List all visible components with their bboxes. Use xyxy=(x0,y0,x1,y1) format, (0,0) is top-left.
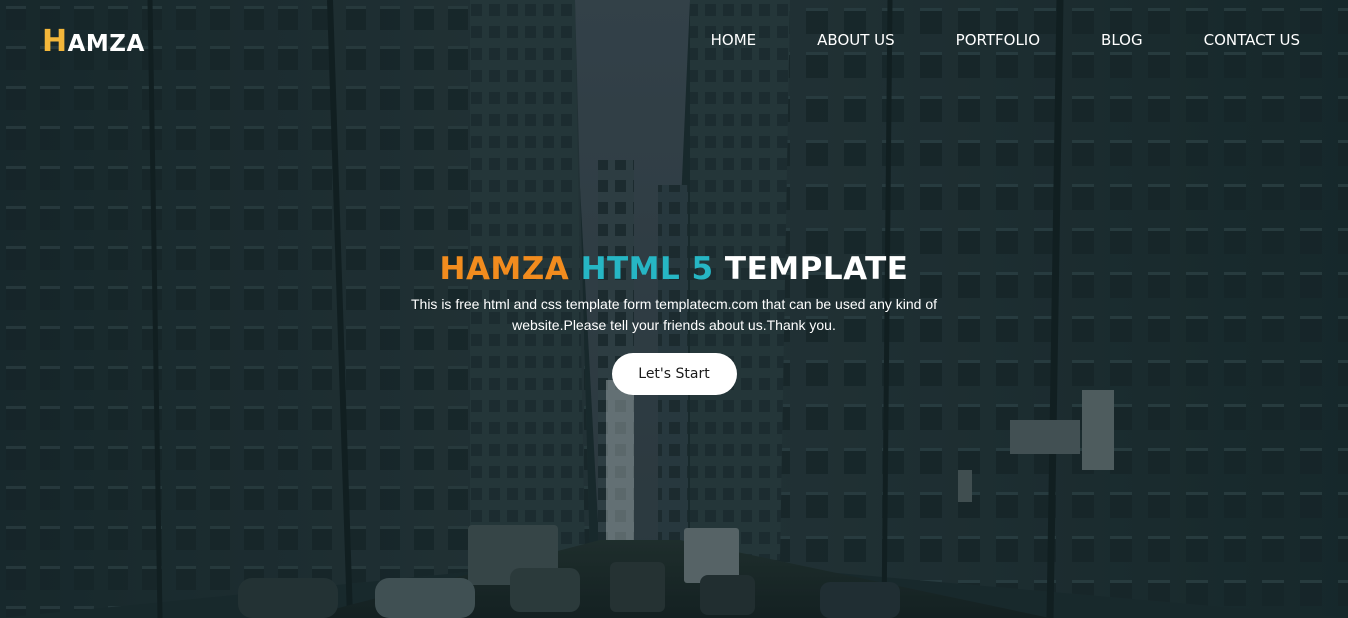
brand-logo-rest: AMZA xyxy=(67,31,145,57)
hero-tagline: This is free html and css template form … xyxy=(410,296,937,333)
brand-logo-initial: H xyxy=(42,24,68,59)
nav-item-home[interactable]: HOME xyxy=(711,31,757,49)
nav-item-contact-us[interactable]: CONTACT US xyxy=(1204,31,1300,49)
nav-item-about-us[interactable]: ABOUT US xyxy=(817,31,895,49)
lets-start-button[interactable]: Let's Start xyxy=(611,353,737,395)
headline-word-html5: HTML 5 xyxy=(580,251,714,287)
headline-word-template: TEMPLATE xyxy=(724,251,909,287)
nav-item-blog[interactable]: BLOG xyxy=(1101,31,1143,49)
headline-word-hamza: HAMZA xyxy=(439,251,570,287)
nav-item-portfolio[interactable]: PORTFOLIO xyxy=(956,31,1040,49)
hero-content: HAMZA HTML 5 TEMPLATE This is free html … xyxy=(0,249,1348,395)
main-navigation: HOME ABOUT US PORTFOLIO BLOG CONTACT US xyxy=(711,31,1300,49)
brand-logo[interactable]: HAMZA xyxy=(42,24,145,59)
hero-section: HAMZA HOME ABOUT US PORTFOLIO BLOG CONTA… xyxy=(0,0,1348,618)
hero-headline: HAMZA HTML 5 TEMPLATE xyxy=(0,249,1348,289)
